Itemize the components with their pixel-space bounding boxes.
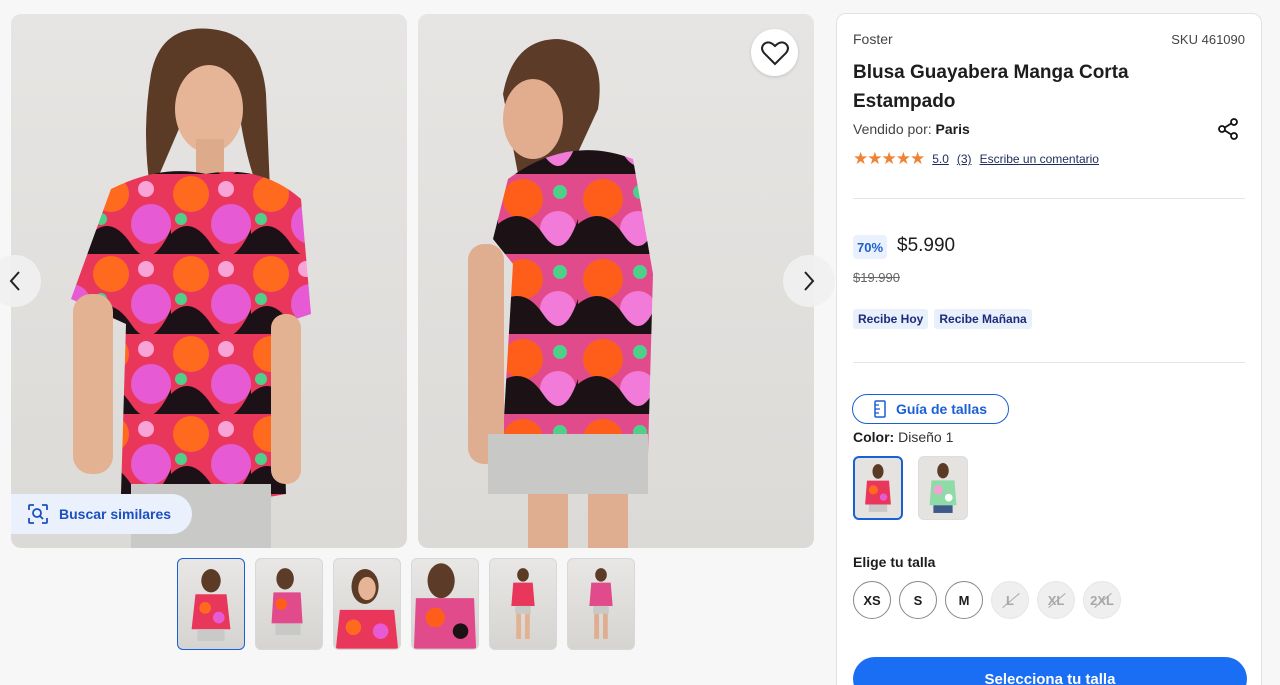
color-swatches: [853, 456, 968, 520]
size-guide-label: Guía de tallas: [895, 401, 988, 417]
select-size-button[interactable]: Selecciona tu talla: [853, 657, 1247, 685]
favorite-button[interactable]: [751, 29, 798, 76]
rating-row: ★★★★★ 5.0 (3) Escribe un comentario: [853, 149, 1099, 169]
delivery-badge-tomorrow: Recibe Mañana: [934, 309, 1032, 329]
thumbnail-2[interactable]: [255, 558, 323, 650]
product-photo-back[interactable]: [418, 14, 814, 548]
size-selector-title: Elige tu talla: [853, 554, 936, 570]
thumbnail-3[interactable]: [333, 558, 401, 650]
visual-search-icon: [28, 504, 48, 524]
thumbnail-6[interactable]: [567, 558, 635, 650]
rating-count-link[interactable]: (3): [957, 152, 972, 166]
size-options: XS S M L XL 2XL: [853, 581, 1121, 619]
size-l-button: L: [991, 581, 1029, 619]
share-icon[interactable]: [1217, 118, 1239, 140]
next-image-button[interactable]: [783, 255, 835, 307]
seller-name: Paris: [935, 121, 970, 137]
delivery-badges: Recibe Hoy Recibe Mañana: [853, 309, 1032, 329]
chevron-right-icon: [804, 271, 815, 291]
ruler-icon: [874, 400, 886, 418]
delivery-badge-today: Recibe Hoy: [853, 309, 929, 329]
original-price: $19.990: [853, 270, 900, 285]
divider: [853, 198, 1245, 199]
color-label-prefix: Color:: [853, 429, 895, 445]
size-guide-button[interactable]: Guía de tallas: [852, 394, 1009, 424]
discount-badge: 70%: [853, 235, 887, 259]
size-m-button[interactable]: M: [945, 581, 983, 619]
size-2xl-button: 2XL: [1083, 581, 1121, 619]
product-page: Buscar similares Foster SKU 461090 Blusa…: [0, 0, 1280, 685]
chevron-left-icon: [9, 271, 20, 291]
color-swatch-1[interactable]: [853, 456, 903, 520]
thumbnail-1[interactable]: [177, 558, 245, 650]
color-label: Color: Diseño 1: [853, 429, 953, 445]
current-price: $5.990: [897, 235, 956, 256]
heart-icon: [760, 40, 789, 65]
size-s-button[interactable]: S: [899, 581, 937, 619]
seller-info: Vendido por: Paris: [853, 121, 970, 137]
thumbnail-strip: [177, 558, 635, 650]
size-xs-button[interactable]: XS: [853, 581, 891, 619]
thumbnail-4[interactable]: [411, 558, 479, 650]
color-value: Diseño 1: [898, 429, 954, 445]
thumbnail-5[interactable]: [489, 558, 557, 650]
search-similar-label: Buscar similares: [59, 506, 172, 522]
rating-value-link[interactable]: 5.0: [932, 152, 949, 166]
brand-name[interactable]: Foster: [853, 31, 893, 47]
product-title: Blusa Guayabera Manga Corta Estampado: [853, 62, 1129, 112]
write-review-link[interactable]: Escribe un comentario: [980, 152, 1099, 166]
search-similar-button[interactable]: Buscar similares: [11, 494, 192, 534]
divider: [853, 362, 1245, 363]
color-swatch-2[interactable]: [918, 456, 968, 520]
product-info-panel: Foster SKU 461090 Blusa Guayabera Manga …: [836, 13, 1262, 685]
seller-prefix: Vendido por:: [853, 121, 932, 137]
product-photo-front[interactable]: [11, 14, 407, 548]
sku-label: SKU 461090: [1171, 32, 1245, 47]
size-xl-button: XL: [1037, 581, 1075, 619]
star-rating-icon: ★★★★★: [853, 149, 925, 168]
